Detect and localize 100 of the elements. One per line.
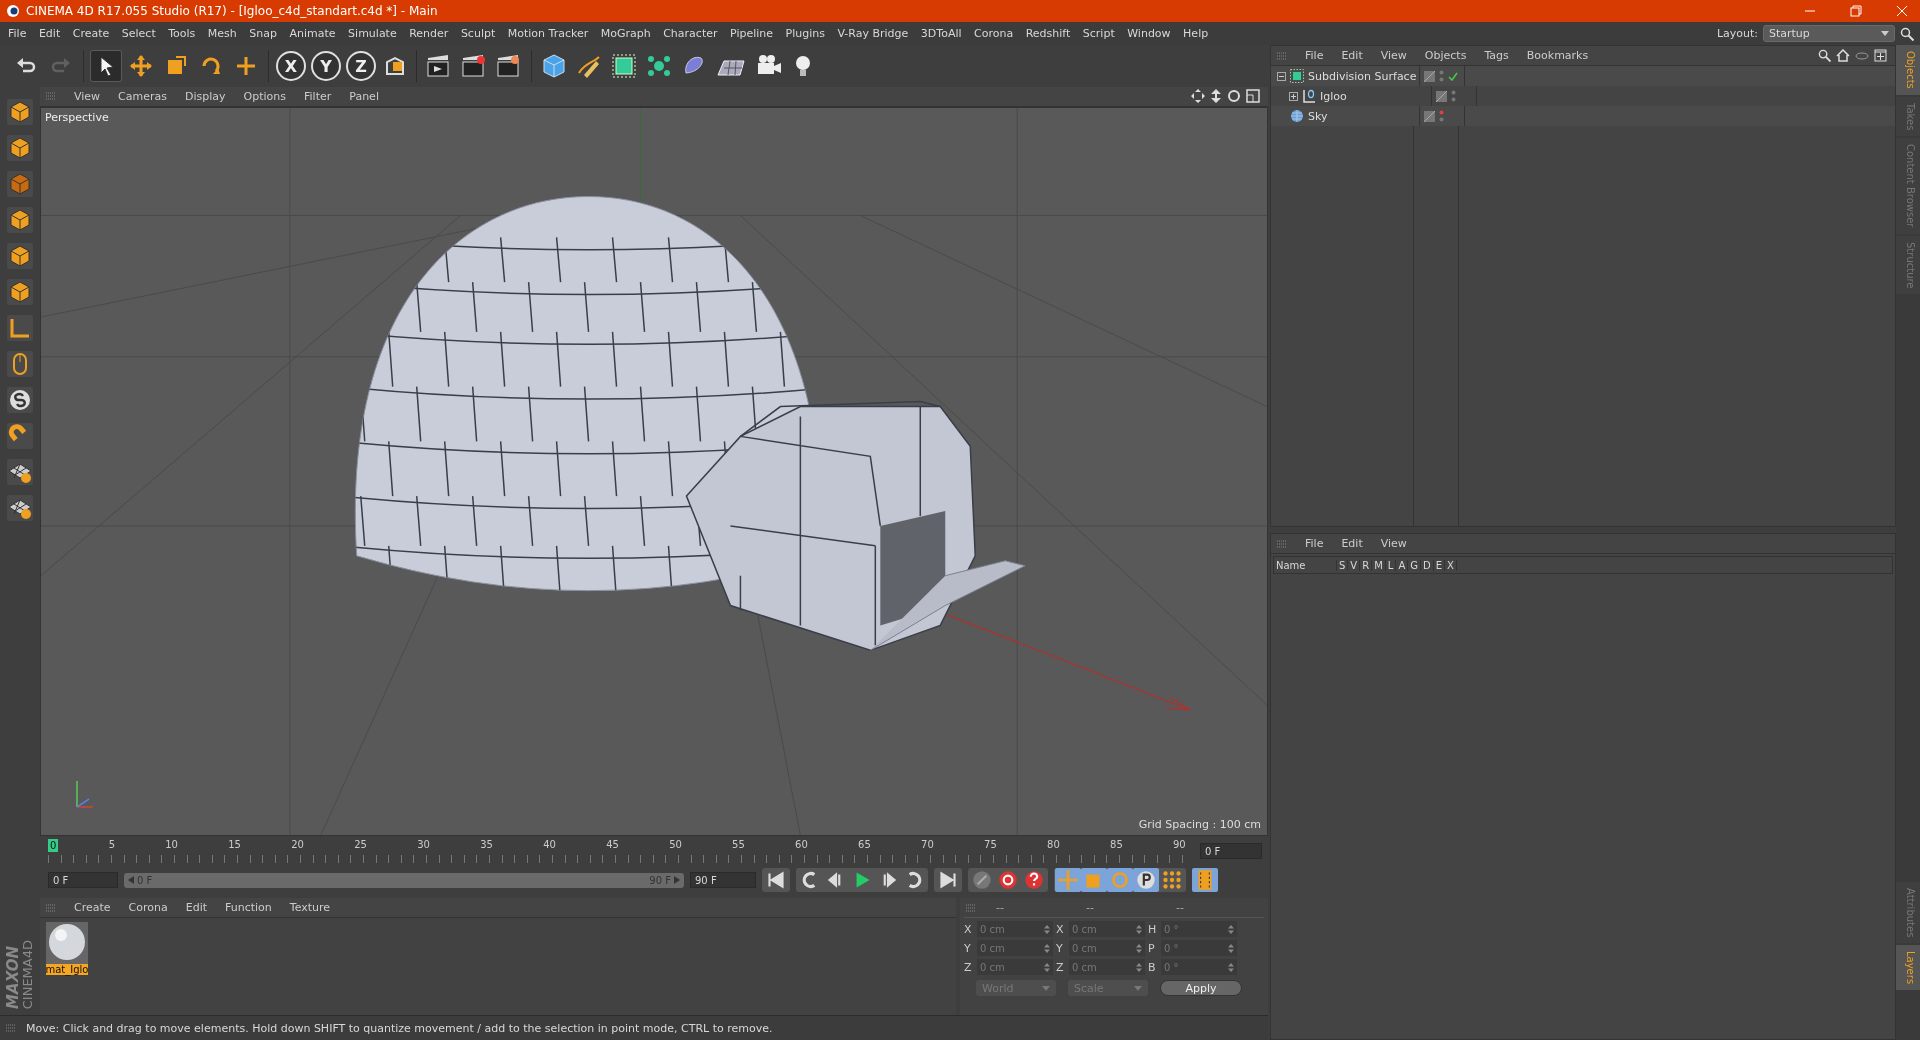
subdivision-cube-icon[interactable] <box>611 53 637 79</box>
maximize-view-icon[interactable] <box>1246 89 1260 104</box>
checker-cube-icon[interactable] <box>7 135 33 161</box>
clapperboard-icon[interactable] <box>426 54 452 78</box>
cube-icon[interactable] <box>541 53 567 79</box>
layers-menu-item[interactable]: File <box>1305 537 1324 550</box>
magnet-icon[interactable] <box>7 423 33 449</box>
menu-item[interactable]: Simulate <box>348 27 397 40</box>
viewport-menu-item[interactable]: Options <box>243 89 286 103</box>
objects-menu-item[interactable]: File <box>1305 49 1324 62</box>
pen-icon[interactable] <box>576 53 602 79</box>
material-menu-item[interactable]: Edit <box>185 901 207 915</box>
object-name[interactable]: Sky <box>1308 109 1328 123</box>
material-menu-item[interactable]: Create <box>74 901 111 915</box>
menu-item[interactable]: Pipeline <box>730 27 774 40</box>
viewport-menu-item[interactable]: Cameras <box>118 89 167 103</box>
menu-item[interactable]: Snap <box>249 27 277 40</box>
lock-grid-icon[interactable] <box>7 459 33 485</box>
menu-item[interactable]: Create <box>72 27 110 40</box>
axis-lock-button[interactable]: Z <box>346 51 376 81</box>
menu-item[interactable]: Edit <box>38 27 61 40</box>
menu-item[interactable]: Script <box>1082 27 1115 40</box>
material-item[interactable]: mat_Iglo <box>44 922 90 976</box>
cloner-icon[interactable] <box>646 53 672 79</box>
viewport-menu-item[interactable]: Filter <box>304 89 332 103</box>
layout-dropdown[interactable]: Startup <box>1763 25 1895 42</box>
menu-item[interactable]: Motion Tracker <box>507 27 589 40</box>
objects-menu-item[interactable]: Objects <box>1424 49 1467 62</box>
menu-item[interactable]: Render <box>409 27 449 40</box>
edges-cube-icon[interactable] <box>7 243 33 269</box>
viewport-menu-item[interactable]: Display <box>185 89 226 103</box>
menu-item[interactable]: Plugins <box>785 27 825 40</box>
polygons-cube-icon[interactable] <box>7 279 33 305</box>
grid-rotate-icon[interactable] <box>7 495 33 521</box>
home-icon[interactable] <box>1836 49 1850 62</box>
render-clapperboard-icon[interactable] <box>461 54 487 78</box>
move-key-icon[interactable] <box>1055 868 1081 893</box>
menu-item[interactable]: Corona <box>974 27 1014 40</box>
search-icon[interactable] <box>1818 49 1831 62</box>
coordinate-system-icon[interactable] <box>383 54 407 78</box>
playhead[interactable]: 0 <box>48 839 59 853</box>
menu-item[interactable]: Redshift <box>1025 27 1071 40</box>
start-frame-field[interactable]: 0 F <box>48 872 118 889</box>
search-icon[interactable] <box>1900 26 1914 41</box>
axis-lock-button[interactable]: Y <box>311 51 341 81</box>
visibility-dots-icon[interactable] <box>1451 90 1456 102</box>
axis-icon[interactable] <box>7 315 33 341</box>
menu-item[interactable]: Mesh <box>207 27 237 40</box>
viewport[interactable]: Perspective Grid Spacing : 100 cm <box>40 106 1268 837</box>
object-name[interactable]: Igloo <box>1320 89 1347 103</box>
end-frame-field[interactable]: 90 F <box>690 872 756 889</box>
menu-item[interactable]: Help <box>1183 27 1209 40</box>
menu-item[interactable]: Window <box>1127 27 1171 40</box>
menu-item[interactable]: Tools <box>168 27 196 40</box>
apply-button[interactable]: Apply <box>1160 980 1242 997</box>
points-cube-icon[interactable] <box>7 207 33 233</box>
layers-menu-item[interactable]: Edit <box>1341 537 1363 550</box>
side-tab[interactable]: Layers <box>1896 944 1920 990</box>
viewport-menu-item[interactable]: View <box>74 89 101 103</box>
visibility-dots-icon[interactable] <box>1439 70 1444 82</box>
menu-item[interactable]: V-Ray Bridge <box>837 27 909 40</box>
collapse-icon[interactable] <box>1277 71 1286 81</box>
menu-item[interactable]: Character <box>663 27 718 40</box>
objects-menu-item[interactable]: Tags <box>1484 49 1509 62</box>
snap-icon[interactable] <box>7 387 33 413</box>
render-settings-icon[interactable] <box>496 54 522 78</box>
objects-menu-item[interactable]: View <box>1380 49 1407 62</box>
layers-menu-item[interactable]: View <box>1380 537 1407 550</box>
zoom-arrow-icon[interactable] <box>1210 89 1222 104</box>
menu-item[interactable]: MoGraph <box>600 27 651 40</box>
objects-menu-item[interactable]: Bookmarks <box>1526 49 1589 62</box>
new-panel-icon[interactable] <box>1874 49 1887 62</box>
menu-item[interactable]: Sculpt <box>460 27 496 40</box>
film-strip-icon[interactable] <box>1192 868 1218 893</box>
cube-icon[interactable] <box>7 99 33 125</box>
restore-icon[interactable] <box>1850 5 1862 17</box>
material-menu-item[interactable]: Texture <box>289 901 331 915</box>
close-icon[interactable] <box>1896 5 1908 17</box>
current-frame-field[interactable]: 0 F <box>1200 843 1262 860</box>
material-menu-item[interactable]: Function <box>225 901 272 915</box>
grid-plane-icon[interactable] <box>7 171 33 197</box>
checkmark-icon[interactable] <box>1448 71 1458 81</box>
parameter-key-icon[interactable] <box>1133 868 1159 893</box>
mouse-icon[interactable] <box>7 351 33 377</box>
pan-icon[interactable] <box>1191 89 1205 104</box>
menu-item[interactable]: 3DToAll <box>920 27 962 40</box>
object-name[interactable]: Subdivision Surface <box>1308 69 1417 83</box>
axis-lock-button[interactable]: X <box>276 51 306 81</box>
eye-icon[interactable] <box>1855 51 1869 60</box>
menu-item[interactable]: Animate <box>289 27 336 40</box>
menu-item[interactable]: File <box>8 27 27 40</box>
visibility-dots-icon[interactable] <box>1439 110 1444 122</box>
objects-menu-item[interactable]: Edit <box>1341 49 1363 62</box>
viewport-menu-item[interactable]: Panel <box>349 89 379 103</box>
menu-item[interactable]: Select <box>121 27 156 40</box>
orbit-icon[interactable] <box>1227 89 1241 104</box>
select-arrow-tool[interactable] <box>90 50 122 82</box>
side-tab[interactable]: Objects <box>1896 45 1920 95</box>
expand-icon[interactable] <box>1289 91 1298 101</box>
material-menu-item[interactable]: Corona <box>128 901 168 915</box>
